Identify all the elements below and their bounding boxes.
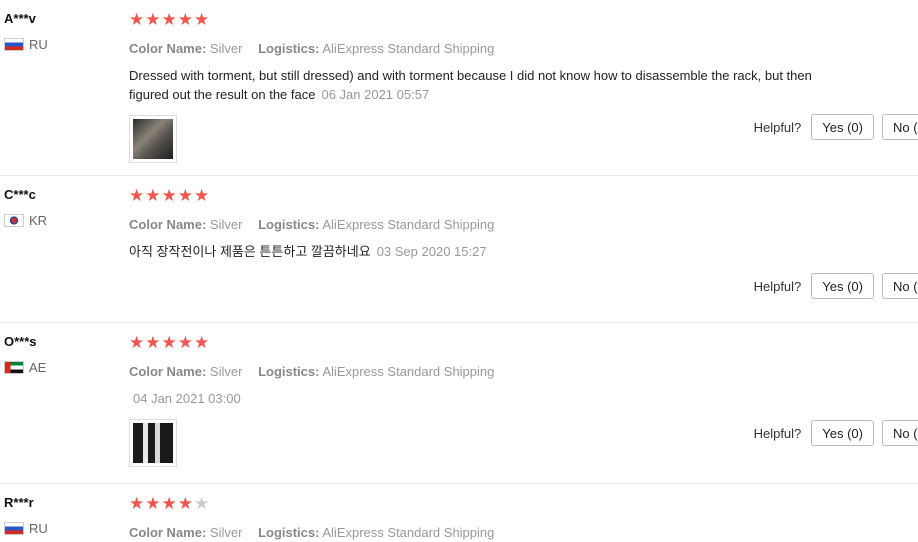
review-content: ★★★★★ Color Name: Silver Logistics: AliE…	[129, 186, 829, 261]
star-icon: ★	[194, 10, 211, 29]
logistics-label: Logistics:	[258, 525, 320, 540]
review-date: 03 Sep 2020 15:27	[376, 244, 487, 259]
country-code: RU	[29, 521, 48, 536]
star-icon: ★	[194, 186, 211, 205]
star-icon: ★	[129, 494, 146, 513]
review-content: ★★★★★ Color Name: Silver Logistics: AliE…	[129, 494, 829, 541]
color-name-label: Color Name:	[129, 217, 207, 232]
country-code: AE	[29, 360, 47, 375]
review-meta: Color Name: Silver Logistics: AliExpress…	[129, 217, 829, 233]
reviewer-info: R***r RU	[4, 495, 48, 536]
review-body: Dressed with torment, but still dressed)…	[129, 68, 812, 102]
star-icon: ★	[145, 186, 162, 205]
logistics-value: AliExpress Standard Shipping	[322, 217, 495, 232]
star-icon: ★	[177, 186, 194, 205]
reviewer-name: O***s	[4, 334, 37, 349]
review-content: ★★★★★ Color Name: Silver Logistics: AliE…	[129, 333, 829, 467]
reviewer-name: A***v	[4, 11, 36, 26]
color-name-value: Silver	[209, 525, 243, 540]
star-icon: ★	[161, 333, 178, 352]
review-content: ★★★★★ Color Name: Silver Logistics: AliE…	[129, 10, 829, 163]
color-name-value: Silver	[209, 217, 243, 232]
review-item: R***r RU ★★★★★ Color Name: Silver Logist…	[0, 484, 918, 542]
helpful-yes-button[interactable]: Yes (0)	[811, 273, 874, 299]
review-meta: Color Name: Silver Logistics: AliExpress…	[129, 364, 829, 380]
star-icon: ★	[194, 333, 211, 352]
review-date: 04 Jan 2021 03:00	[133, 391, 241, 406]
star-icon: ★	[161, 494, 178, 513]
flag-ru-icon	[4, 522, 24, 535]
logistics-label: Logistics:	[258, 217, 320, 232]
reviewer-country: RU	[4, 521, 48, 536]
review-text: Dressed with torment, but still dressed)…	[129, 66, 829, 104]
helpful-no-button[interactable]: No (	[882, 273, 918, 299]
photo-image	[133, 423, 173, 463]
photo-image	[133, 119, 173, 159]
reviewer-name: C***c	[4, 187, 36, 202]
review-photo-thumbnail[interactable]	[129, 419, 177, 467]
star-icon: ★	[161, 10, 178, 29]
reviewer-country: KR	[4, 213, 47, 228]
star-icon: ★	[145, 10, 162, 29]
helpful-label: Helpful?	[753, 119, 802, 135]
color-name-value: Silver	[209, 364, 243, 379]
star-icon: ★	[161, 186, 178, 205]
star-rating: ★★★★★	[129, 494, 829, 513]
review-item: O***s AE ★★★★★ Color Name: Silver Logist…	[0, 323, 918, 484]
star-icon: ★	[145, 333, 162, 352]
logistics-value: AliExpress Standard Shipping	[322, 525, 495, 540]
star-icon: ★	[129, 333, 146, 352]
reviewer-info: O***s AE	[4, 334, 46, 375]
star-icon: ★	[145, 494, 162, 513]
helpful-yes-button[interactable]: Yes (0)	[811, 420, 874, 446]
helpful-label: Helpful?	[753, 278, 802, 294]
star-icon: ★	[129, 10, 146, 29]
logistics-label: Logistics:	[258, 364, 320, 379]
review-meta: Color Name: Silver Logistics: AliExpress…	[129, 41, 829, 57]
helpful-section: Helpful? Yes (0) No (	[754, 273, 918, 299]
star-rating: ★★★★★	[129, 10, 829, 29]
star-rating: ★★★★★	[129, 186, 829, 205]
reviewer-country: RU	[4, 37, 48, 52]
reviewer-country: AE	[4, 360, 46, 375]
reviewer-info: C***c KR	[4, 187, 47, 228]
country-code: KR	[29, 213, 48, 228]
flag-kr-icon	[4, 214, 24, 227]
helpful-yes-button[interactable]: Yes (0)	[811, 114, 874, 140]
color-name-label: Color Name:	[129, 41, 207, 56]
reviewer-name: R***r	[4, 495, 34, 510]
logistics-value: AliExpress Standard Shipping	[322, 41, 495, 56]
review-text: 04 Jan 2021 03:00	[129, 389, 829, 408]
country-code: RU	[29, 37, 48, 52]
logistics-value: AliExpress Standard Shipping	[322, 364, 495, 379]
flag-ru-icon	[4, 38, 24, 51]
star-icon: ★	[129, 186, 146, 205]
review-text: 아직 장작전이나 제품은 튼튼하고 깔끔하네요 03 Sep 2020 15:27	[129, 242, 829, 261]
flag-ae-icon	[4, 361, 24, 374]
color-name-label: Color Name:	[129, 364, 207, 379]
helpful-no-button[interactable]: No (	[882, 420, 918, 446]
star-icon: ★	[177, 10, 194, 29]
helpful-label: Helpful?	[753, 425, 802, 441]
star-icon: ★	[177, 494, 194, 513]
helpful-section: Helpful? Yes (0) No (	[754, 420, 918, 446]
helpful-no-button[interactable]: No (	[882, 114, 918, 140]
star-empty-icon: ★	[194, 494, 211, 513]
review-date: 06 Jan 2021 05:57	[321, 87, 430, 102]
star-icon: ★	[177, 333, 194, 352]
review-photo-thumbnail[interactable]	[129, 115, 177, 163]
review-body: 아직 장작전이나 제품은 튼튼하고 깔끔하네요	[129, 244, 371, 259]
star-rating: ★★★★★	[129, 333, 829, 352]
helpful-section: Helpful? Yes (0) No (	[754, 114, 918, 140]
review-item: A***v RU ★★★★★ Color Name: Silver Logist…	[0, 0, 918, 176]
review-item: C***c KR ★★★★★ Color Name: Silver Logist…	[0, 176, 918, 323]
reviewer-info: A***v RU	[4, 11, 48, 52]
color-name-label: Color Name:	[129, 525, 207, 540]
logistics-label: Logistics:	[258, 41, 320, 56]
color-name-value: Silver	[209, 41, 243, 56]
